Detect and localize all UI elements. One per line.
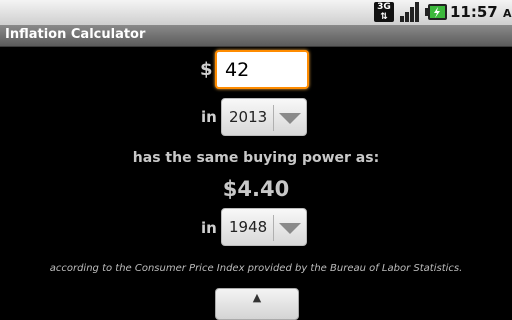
from-year-spinner[interactable]: 2013	[221, 98, 307, 136]
cpi-footnote: according to the Consumer Price Index pr…	[49, 263, 463, 274]
battery-icon	[425, 4, 447, 20]
spinner-divider	[273, 105, 274, 131]
signal-icon	[400, 2, 419, 22]
currency-symbol: $	[200, 59, 213, 80]
status-clock: 11:57 AM	[450, 3, 512, 21]
app-title: Inflation Calculator	[5, 27, 146, 42]
in-label-to: in	[201, 219, 217, 237]
bottom-button-label: ▲	[252, 291, 262, 304]
status-bar: 3G ⇅ 11:57 AM	[0, 0, 512, 26]
result-value: $4.40	[222, 177, 290, 201]
chevron-down-icon	[279, 223, 301, 234]
in-label-from: in	[201, 108, 217, 126]
amount-input[interactable]	[215, 50, 309, 89]
bottom-button[interactable]: ▲	[215, 288, 299, 320]
network-type-label: 3G	[377, 2, 391, 12]
from-year-value: 2013	[229, 108, 268, 126]
to-year-spinner[interactable]: 1948	[221, 208, 307, 246]
3g-icon: 3G ⇅	[374, 2, 394, 22]
spinner-divider	[273, 215, 274, 241]
chevron-down-icon	[279, 113, 301, 124]
same-buying-power-label: has the same buying power as:	[132, 150, 380, 166]
clock-suffix: AM	[502, 7, 512, 20]
clock-time: 11:57	[450, 3, 498, 21]
app-title-bar: Inflation Calculator	[0, 25, 512, 47]
data-arrows-icon: ⇅	[380, 12, 388, 22]
to-year-value: 1948	[229, 218, 268, 236]
